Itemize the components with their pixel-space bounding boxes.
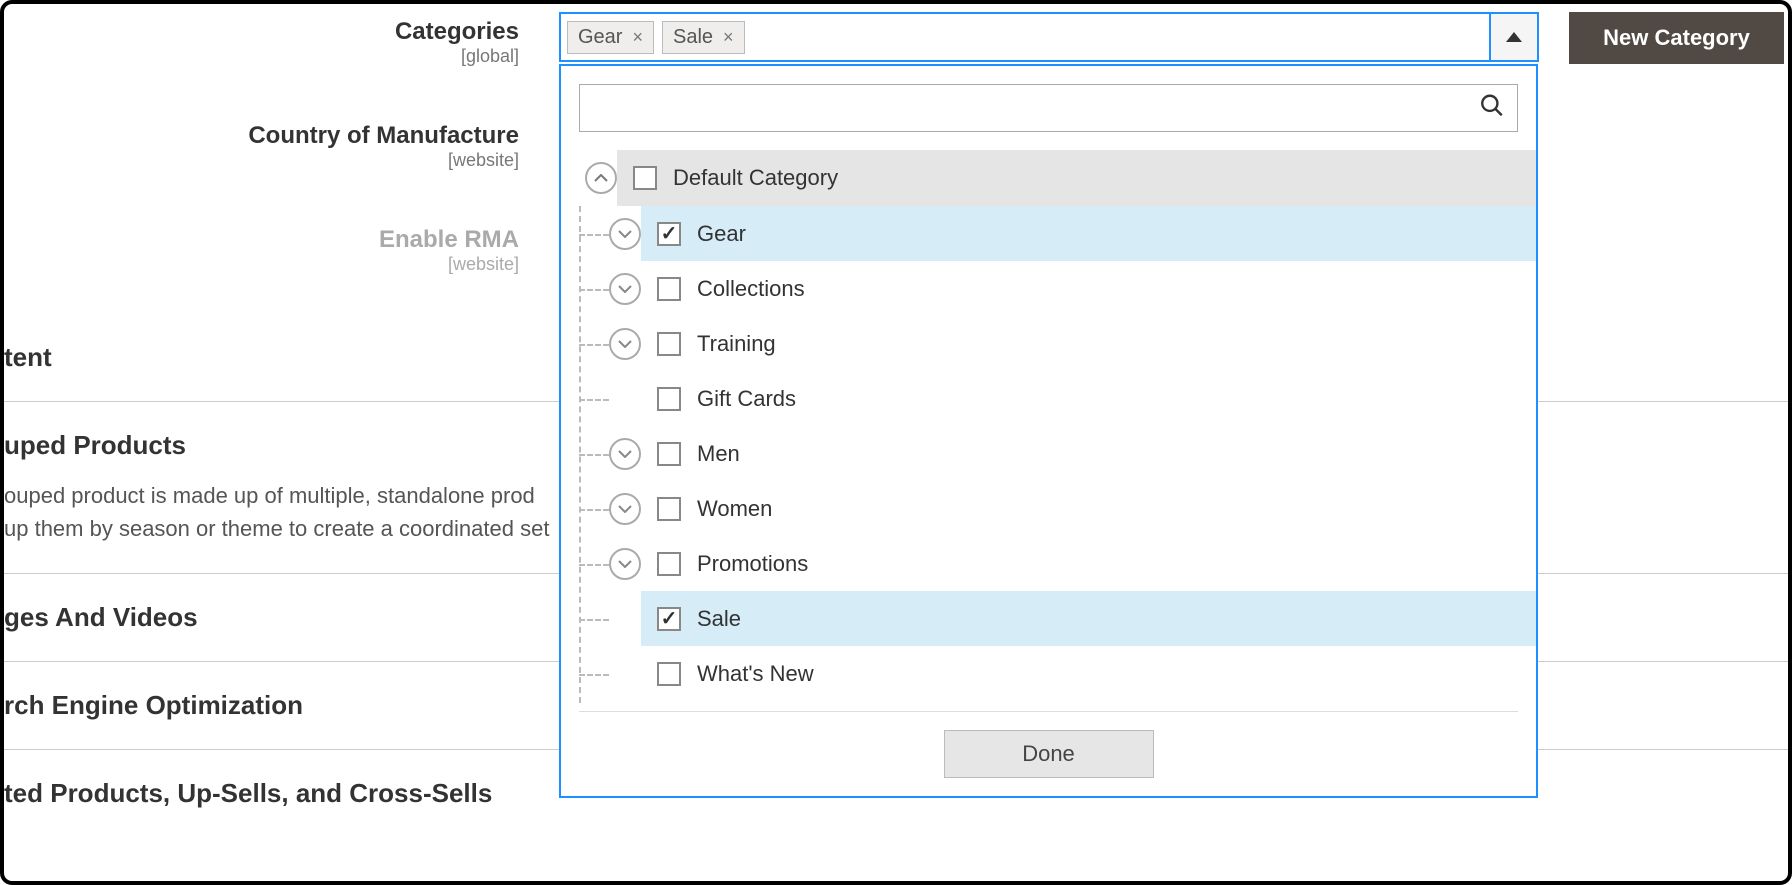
checkbox[interactable] (657, 662, 681, 686)
caret-up-icon (1506, 32, 1522, 42)
tree-node: Gift Cards (583, 371, 1536, 426)
field-scope-country: [website] (448, 150, 519, 170)
tree-node-body[interactable]: Training (641, 316, 1536, 371)
chevron-down-icon (618, 229, 632, 238)
category-search-input[interactable] (580, 85, 1517, 131)
tree-label: Men (697, 441, 740, 467)
checkbox-root[interactable] (633, 166, 657, 190)
expander[interactable] (609, 328, 641, 360)
categories-dropdown-toggle[interactable] (1489, 12, 1539, 62)
tree-node: Promotions (583, 536, 1536, 591)
checkbox[interactable] (657, 277, 681, 301)
expander[interactable] (609, 548, 641, 580)
expander[interactable] (609, 273, 641, 305)
tree-node: What's New (583, 646, 1536, 701)
tree-label: Sale (697, 606, 741, 632)
chevron-down-icon (618, 559, 632, 568)
tree-node-body[interactable]: Men (641, 426, 1536, 481)
expander[interactable] (609, 493, 641, 525)
category-tree: Default Category Gear Collections Training… (561, 150, 1536, 701)
tree-node-body[interactable]: What's New (641, 646, 1536, 701)
chevron-down-icon (618, 339, 632, 348)
chip-label: Sale (673, 26, 713, 49)
tree-node-body[interactable]: Women (641, 481, 1536, 536)
checkbox[interactable] (657, 387, 681, 411)
tree-node-body[interactable]: Gear (641, 206, 1536, 261)
tree-label: Gift Cards (697, 386, 796, 412)
chevron-up-icon (594, 174, 608, 183)
chevron-down-icon (618, 449, 632, 458)
expander-root[interactable] (585, 162, 617, 194)
tree-node: Training (583, 316, 1536, 371)
tree-node-body[interactable]: Gift Cards (641, 371, 1536, 426)
chip-remove-icon[interactable]: × (723, 27, 734, 48)
checkbox[interactable] (657, 442, 681, 466)
tree-label: Promotions (697, 551, 808, 577)
field-scope-categories: [global] (461, 46, 519, 66)
tree-node-body[interactable]: Promotions (641, 536, 1536, 591)
tree-label: Collections (697, 276, 805, 302)
chip-remove-icon[interactable]: × (632, 27, 643, 48)
category-search-wrapper (579, 84, 1518, 132)
categories-dropdown-panel: Default Category Gear Collections Training… (559, 64, 1538, 798)
chevron-down-icon (618, 504, 632, 513)
tree-node-root: Default Category (583, 150, 1536, 206)
expander[interactable] (609, 438, 641, 470)
tree-node-body[interactable]: Sale (641, 591, 1536, 646)
tree-node: Women (583, 481, 1536, 536)
tree-node: Sale (583, 591, 1536, 646)
field-label-country: Country of Manufacture (248, 122, 519, 149)
categories-chips-area[interactable]: Gear × Sale × (559, 12, 1489, 62)
checkbox[interactable] (657, 552, 681, 576)
categories-multiselect[interactable]: Gear × Sale × (559, 12, 1539, 62)
tree-node: Collections (583, 261, 1536, 316)
search-icon[interactable] (1479, 93, 1505, 124)
tree-label-root: Default Category (673, 165, 838, 191)
chip: Gear × (567, 21, 654, 54)
expander[interactable] (609, 218, 641, 250)
tree-node-body-root[interactable]: Default Category (617, 150, 1536, 206)
chevron-down-icon (618, 284, 632, 293)
field-label-rma: Enable RMA (379, 226, 519, 253)
checkbox[interactable] (657, 332, 681, 356)
field-scope-rma: [website] (448, 254, 519, 274)
tree-node-body[interactable]: Collections (641, 261, 1536, 316)
tree-node: Gear (583, 206, 1536, 261)
checkbox[interactable] (657, 607, 681, 631)
tree-label: What's New (697, 661, 814, 687)
chip: Sale × (662, 21, 745, 54)
tree-label: Gear (697, 221, 746, 247)
done-button[interactable]: Done (944, 730, 1154, 778)
checkbox[interactable] (657, 497, 681, 521)
chip-label: Gear (578, 26, 622, 49)
new-category-button[interactable]: New Category (1569, 12, 1784, 64)
tree-label: Training (697, 331, 776, 357)
tree-label: Women (697, 496, 772, 522)
checkbox[interactable] (657, 222, 681, 246)
tree-node: Men (583, 426, 1536, 481)
field-label-categories: Categories (395, 18, 519, 45)
